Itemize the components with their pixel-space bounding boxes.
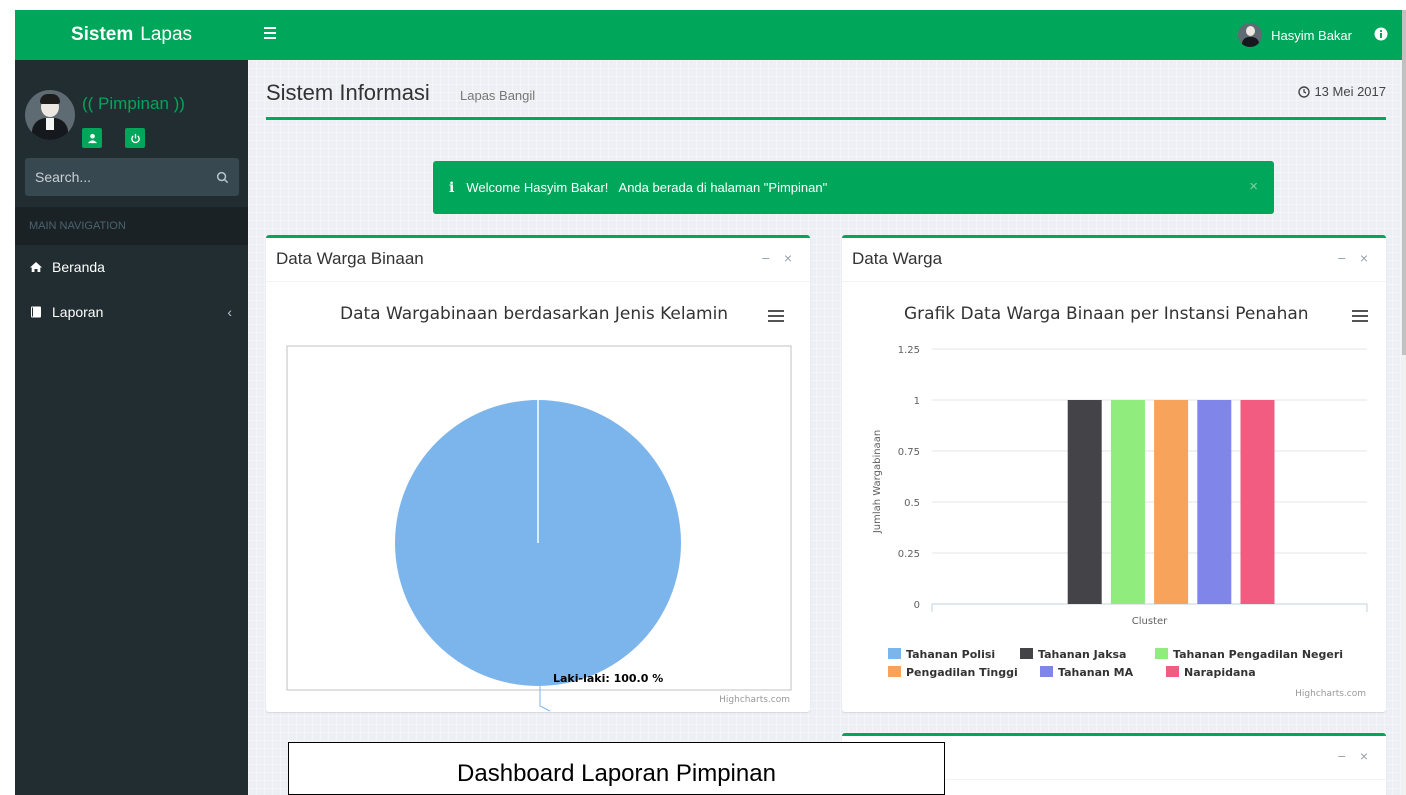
power-icon: [130, 133, 140, 143]
bar-chart: 0 0.25 0.5 0.75 1 1.25 Cluster Jumlah Wargabina…: [872, 345, 1368, 679]
page-date: 13 Mei 2017: [1298, 84, 1386, 99]
page-title: Sistem Informasi: [266, 80, 430, 105]
close-icon[interactable]: ×: [1360, 748, 1368, 764]
y-tick-label: 0.25: [898, 549, 920, 560]
sidebar-search: [25, 158, 239, 196]
box-data-warga: Data Warga − × Grafik Data Warga Binaan …: [842, 235, 1386, 712]
legend-item[interactable]: Tahanan Pengadilan Negeri: [1173, 648, 1343, 661]
legend-item[interactable]: Tahanan MA: [1058, 666, 1134, 679]
user-icon: [87, 133, 97, 143]
caption-overlay: Dashboard Laporan Pimpinan: [288, 742, 945, 795]
legend-swatch[interactable]: [1155, 648, 1168, 659]
legend-swatch[interactable]: [1040, 666, 1053, 677]
date-text: 13 Mei 2017: [1314, 84, 1386, 99]
avatar: [25, 90, 75, 140]
sidebar-item-laporan[interactable]: Laporan ‹: [15, 292, 248, 332]
legend-item[interactable]: Pengadilan Tinggi: [906, 666, 1018, 679]
bar-5[interactable]: [1240, 400, 1275, 604]
legend-swatch[interactable]: [888, 648, 901, 659]
legend-item[interactable]: Narapidana: [1184, 666, 1256, 679]
user-role: (( Pimpinan )): [82, 94, 185, 113]
minimize-icon[interactable]: −: [1338, 748, 1346, 764]
home-icon: [30, 262, 42, 272]
info-icon[interactable]: [1374, 27, 1388, 41]
search-input[interactable]: [35, 169, 216, 185]
user-menu[interactable]: Hasyim Bakar: [1238, 23, 1352, 47]
y-tick-label: 1: [914, 396, 920, 407]
pie-chart: [286, 345, 792, 712]
alert-text: Welcome Hasyim Bakar! Anda berada di hal…: [466, 180, 828, 195]
page: Sistem Lapas (( Pimpinan )) MAIN NAVIGAT…: [0, 0, 1406, 795]
legend-swatch[interactable]: [1020, 648, 1033, 659]
y-axis-label: Jumlah Wargabinaan: [872, 430, 883, 534]
y-tick-label: 0.5: [904, 498, 920, 509]
user-avatar: [1238, 23, 1263, 47]
chevron-left-icon: ‹: [227, 304, 232, 320]
caption-text: Dashboard Laporan Pimpinan: [457, 760, 776, 787]
y-tick-label: 0: [914, 600, 920, 611]
bar-1[interactable]: [1067, 400, 1102, 604]
close-icon[interactable]: ×: [1249, 178, 1258, 195]
info-icon: i: [449, 179, 455, 196]
user-name: Hasyim Bakar: [1271, 27, 1352, 43]
legend-item[interactable]: Tahanan Polisi: [906, 648, 995, 661]
y-tick-label: 0.75: [898, 447, 920, 458]
sidebar-item-label: Laporan: [52, 304, 104, 320]
nav-header: MAIN NAVIGATION: [15, 207, 248, 245]
legend-swatch[interactable]: [888, 666, 901, 677]
sidebar-item-label: Beranda: [52, 259, 105, 275]
bar-4[interactable]: [1197, 400, 1232, 604]
pie-data-label: Laki-laki: 100.0 %: [553, 672, 664, 685]
clock-icon: [1298, 85, 1311, 98]
logout-button[interactable]: [125, 128, 145, 148]
vertical-scrollbar[interactable]: [1402, 10, 1406, 795]
profile-button[interactable]: [82, 128, 102, 148]
brand-rest: Lapas: [140, 24, 193, 45]
brand-bold: Sistem: [70, 24, 134, 45]
legend-swatch[interactable]: [1166, 666, 1179, 677]
user-panel: (( Pimpinan )): [15, 60, 248, 156]
chart-credit[interactable]: Highcharts.com: [1295, 689, 1366, 699]
bar-3[interactable]: [1154, 400, 1189, 604]
top-navbar: Hasyim Bakar: [248, 10, 1402, 60]
sidebar: Sistem Lapas (( Pimpinan )) MAIN NAVIGAT…: [15, 10, 248, 795]
box-data-warga-binaan: Data Warga Binaan − × Data Wargabinaan b…: [266, 235, 810, 712]
chart-credit[interactable]: Highcharts.com: [719, 695, 790, 705]
sidebar-toggle-icon[interactable]: [264, 27, 276, 39]
brand-logo[interactable]: Sistem Lapas: [15, 10, 248, 60]
page-subtitle: Lapas Bangil: [460, 88, 536, 103]
page-header: Sistem Informasi Lapas Bangil 13 Mei 201…: [266, 78, 1386, 120]
box-tools: − ×: [1338, 748, 1368, 764]
book-icon: [31, 306, 41, 318]
x-tick-label: Cluster: [1132, 616, 1168, 627]
sidebar-item-beranda[interactable]: Beranda: [15, 247, 248, 287]
y-tick-label: 1.25: [898, 345, 920, 356]
search-icon[interactable]: [216, 171, 229, 184]
welcome-alert: i Welcome Hasyim Bakar! Anda berada di h…: [433, 161, 1274, 214]
legend-item[interactable]: Tahanan Jaksa: [1038, 648, 1126, 661]
bar-2[interactable]: [1110, 400, 1145, 604]
